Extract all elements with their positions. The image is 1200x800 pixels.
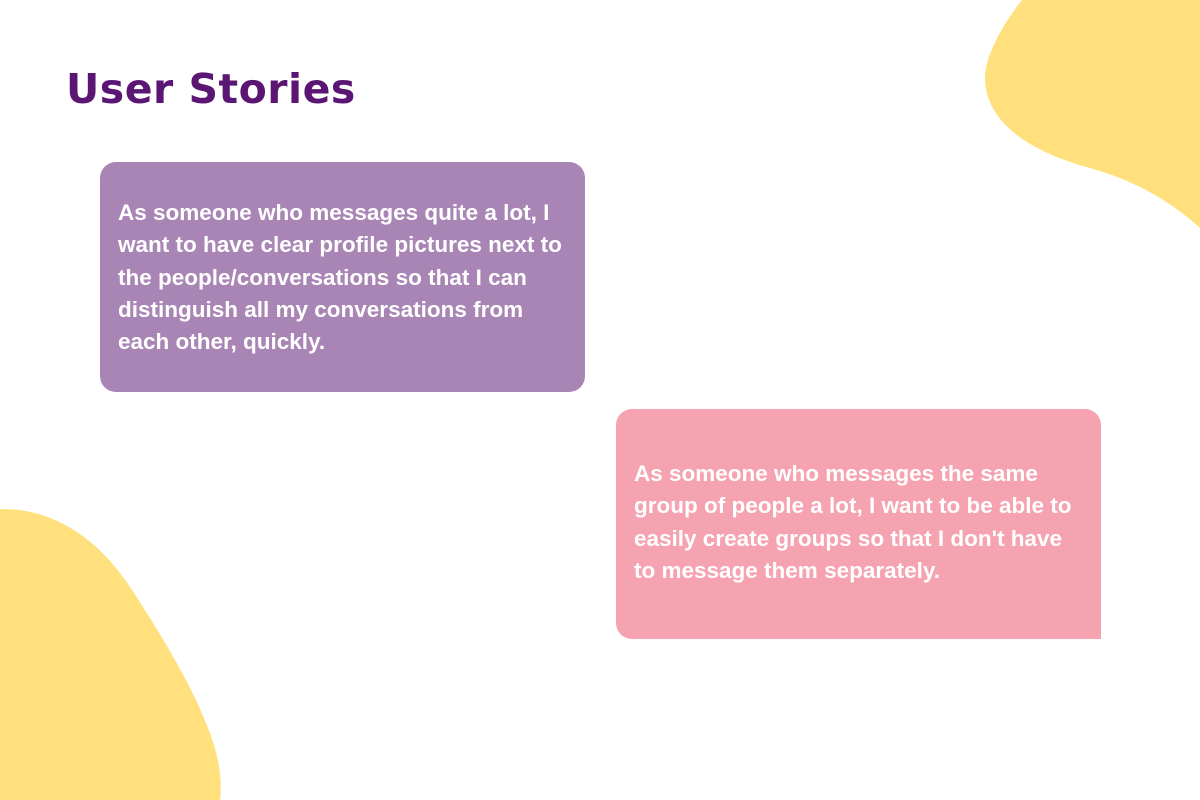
user-story-text: As someone who messages quite a lot, I w…	[118, 200, 562, 355]
bottom-left-blob	[0, 508, 221, 800]
decorative-blobs	[0, 0, 1200, 800]
top-right-blob	[985, 0, 1200, 228]
user-story-text: As someone who messages the same group o…	[634, 461, 1072, 583]
user-story-card-profile-pictures: As someone who messages quite a lot, I w…	[100, 162, 585, 392]
user-story-card-create-groups: As someone who messages the same group o…	[616, 409, 1101, 639]
page-title: User Stories	[66, 65, 356, 113]
